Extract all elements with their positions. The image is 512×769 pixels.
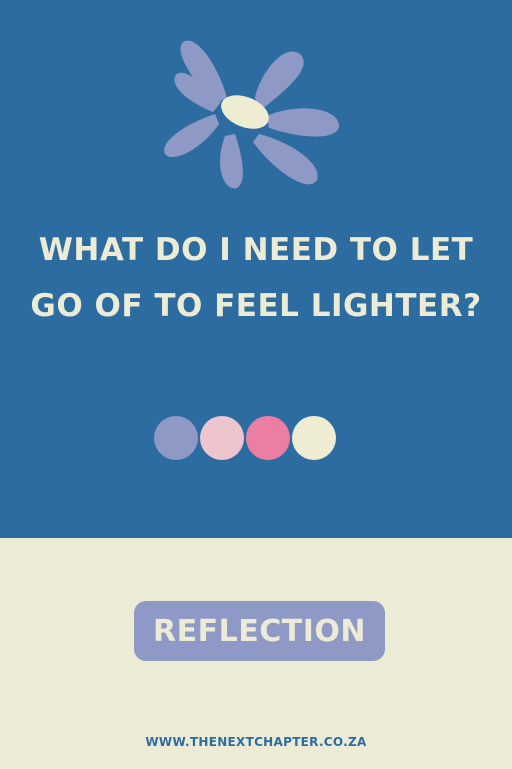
palette-dot-cream [292, 416, 336, 460]
color-palette [154, 416, 340, 460]
palette-dot-light-pink [200, 416, 244, 460]
palette-dot-pink [246, 416, 290, 460]
palette-dot-periwinkle [154, 416, 198, 460]
website-link[interactable]: WWW.THENEXTCHAPTER.CO.ZA [0, 735, 512, 749]
category-badge: REFLECTION [134, 601, 385, 661]
flower-icon [164, 40, 340, 189]
reflection-question: WHAT DO I NEED TO LET GO OF TO FEEL LIGH… [30, 232, 482, 324]
